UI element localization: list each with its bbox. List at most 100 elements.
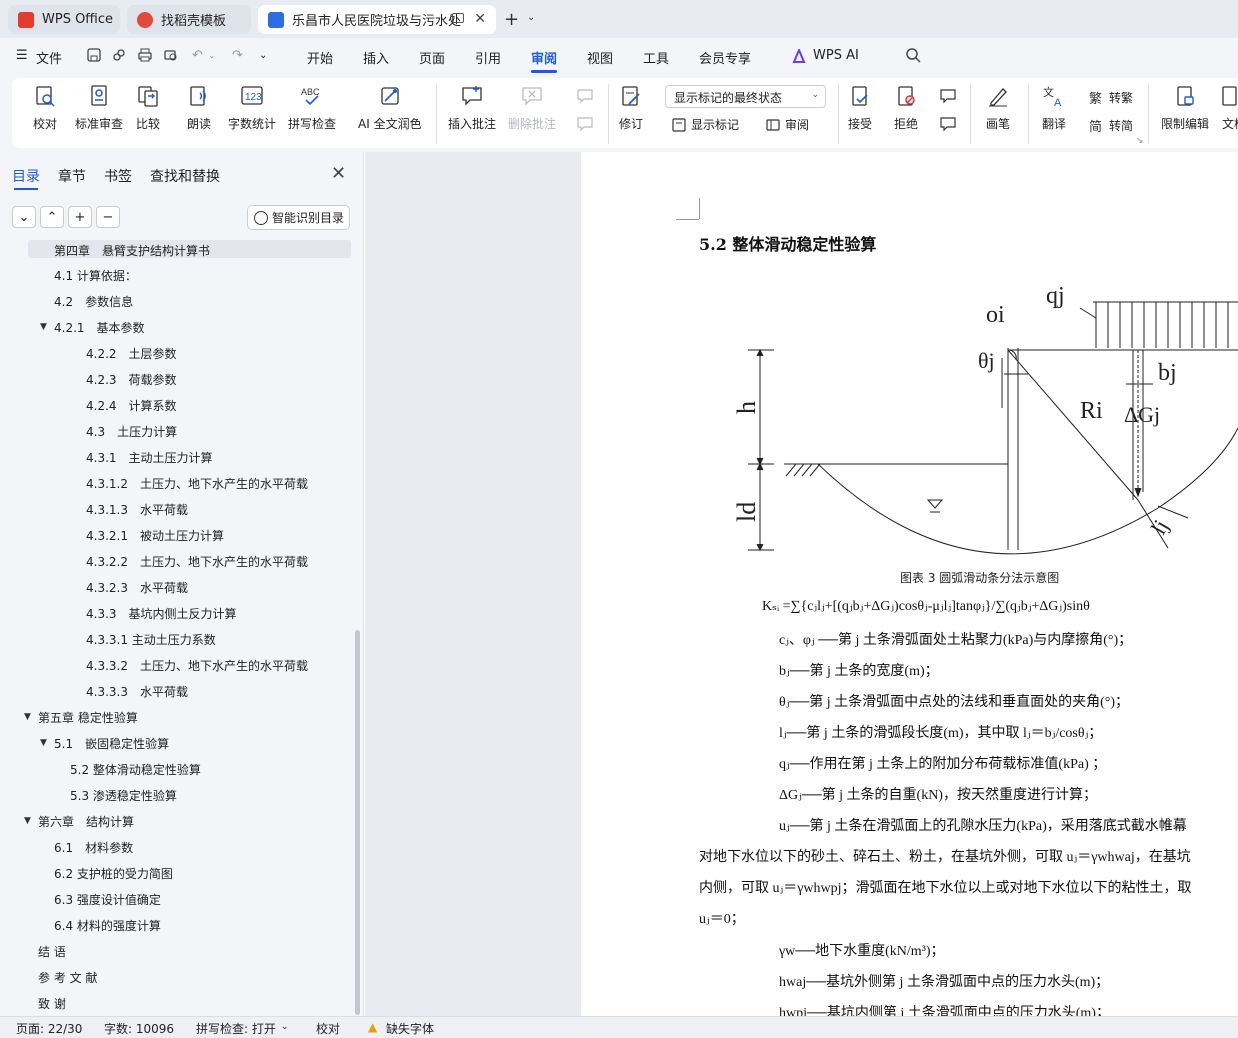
toc-item[interactable]: 致 谢 (38, 995, 66, 1012)
show-markup-button[interactable]: 显示标记 (671, 116, 739, 133)
spell-check-status[interactable]: 拼写检查: 打开 (196, 1020, 276, 1037)
menu-wps-ai[interactable]: WPS AI (813, 48, 859, 63)
toc-item[interactable]: 4.3.2.3 水平荷载 (86, 579, 188, 596)
toc-item[interactable]: 4.3.3 基坑内侧土反力计算 (86, 605, 237, 622)
ai-polish-button[interactable]: AI 全文润色 (358, 84, 422, 132)
expand-triangle-icon[interactable]: ▼ (40, 322, 47, 332)
chevron-down-icon[interactable]: ⌄ (527, 12, 535, 23)
toc-item[interactable]: 6.2 支护桩的受力简图 (54, 865, 173, 882)
delete-comment-button[interactable]: 删除批注 (508, 84, 556, 132)
menu-file[interactable]: 文件 (36, 48, 62, 67)
pen-button[interactable]: 画笔 (986, 84, 1010, 132)
menu-references[interactable]: 引用 (475, 48, 501, 67)
save-icon[interactable] (86, 47, 102, 63)
tab-template[interactable]: 找稻壳模板 (127, 5, 251, 34)
toc-item[interactable]: 4.2.3 荷载参数 (86, 371, 177, 388)
insert-comment-button[interactable]: 插入批注 (448, 84, 496, 132)
tab-document[interactable]: 乐昌市人民医院垃圾与污水处 ✕ (258, 5, 496, 34)
toc-item[interactable]: 4.3.2.2 土压力、地下水产生的水平荷载 (86, 553, 308, 570)
tab-find-replace[interactable]: 查找和替换 (150, 166, 220, 186)
toc-item[interactable]: 4.3.1 主动土压力计算 (86, 449, 213, 466)
word-count-button[interactable]: 123 字数统计 (228, 84, 276, 132)
toc-item[interactable]: 6.1 材料参数 (54, 839, 133, 856)
toc-item[interactable]: 4.2.1 基本参数 (54, 319, 145, 336)
to-simplified-button[interactable]: 简 转简 (1089, 117, 1133, 134)
compare-button[interactable]: 比较 (136, 84, 160, 132)
toc-item[interactable]: 第四章 悬臂支护结构计算书 (54, 242, 210, 259)
toc-item[interactable]: 5.2 整体滑动稳定性验算 (70, 761, 201, 778)
document-button-partial[interactable]: 文档 (1222, 84, 1238, 132)
toc-item[interactable]: 参 考 文 献 (38, 969, 97, 986)
toc-item[interactable]: 5.3 渗透稳定性验算 (70, 787, 177, 804)
next-comment-icon[interactable] (576, 116, 594, 132)
undo-icon[interactable]: ↶ (192, 48, 203, 63)
toc-item[interactable]: 6.3 强度设计值确定 (54, 891, 161, 908)
standard-review-button[interactable]: 标准审查 (75, 84, 123, 132)
hamburger-icon[interactable]: ☰ (16, 48, 28, 63)
toc-item[interactable]: 第六章 结构计算 (38, 813, 134, 830)
chevron-down-icon[interactable]: ⌄ (281, 1022, 289, 1032)
toc-item[interactable]: 5.1 嵌固稳定性验算 (54, 735, 169, 752)
toc-item[interactable]: 4.2 参数信息 (54, 293, 133, 310)
restrict-edit-button[interactable]: 限制编辑 (1161, 84, 1209, 132)
toc-item[interactable]: 4.3.1.3 水平荷载 (86, 501, 188, 518)
expand-down-button[interactable]: ⌄ (12, 206, 36, 228)
translate-button[interactable]: 文A 翻译 (1042, 84, 1066, 132)
toc-item[interactable]: 4.3.3.3 水平荷载 (86, 683, 188, 700)
previous-change-icon[interactable] (939, 88, 957, 104)
page-indicator[interactable]: 页面: 22/30 (16, 1020, 82, 1037)
missing-font-status[interactable]: 缺失字体 (386, 1020, 434, 1037)
accept-button[interactable]: 接受 (848, 84, 872, 132)
menu-view[interactable]: 视图 (587, 48, 613, 67)
review-pane-button[interactable]: 审阅 (765, 116, 809, 133)
toc-item[interactable]: 第五章 稳定性验算 (38, 709, 138, 726)
expand-triangle-icon[interactable]: ▼ (40, 738, 47, 748)
more-chevron-icon[interactable]: ⌄ (259, 50, 267, 61)
dialog-launcher-icon[interactable]: ↘ (1136, 136, 1144, 146)
tab-wps-office[interactable]: WPS Office (8, 5, 120, 34)
expand-triangle-icon[interactable]: ▼ (24, 816, 31, 826)
toc-item[interactable]: 4.3.2.1 被动土压力计算 (86, 527, 224, 544)
collapse-up-button[interactable]: ⌃ (40, 206, 64, 228)
remove-heading-button[interactable]: − (96, 206, 120, 228)
menu-start[interactable]: 开始 (307, 48, 333, 67)
close-tab-icon[interactable]: ✕ (474, 11, 486, 27)
markup-state-select[interactable]: 显示标记的最终状态 ⌄ (665, 85, 826, 108)
to-traditional-button[interactable]: 繁 转繁 (1089, 89, 1133, 106)
tab-toc[interactable]: 目录 (12, 166, 40, 186)
toc-item[interactable]: 4.3.3.1 主动土压力系数 (86, 631, 216, 648)
redo-icon[interactable]: ↷ (232, 48, 243, 63)
toc-item[interactable]: 4.3 土压力计算 (86, 423, 177, 440)
spell-check-button[interactable]: ABC 拼写检查 (288, 84, 336, 132)
new-tab-button[interactable]: + (504, 9, 519, 30)
menu-page[interactable]: 页面 (419, 48, 445, 67)
toc-item[interactable]: 4.3.3.2 土压力、地下水产生的水平荷载 (86, 657, 308, 674)
next-change-icon[interactable] (939, 116, 957, 132)
undo-dropdown-icon[interactable]: ⌄ (208, 51, 216, 61)
menu-review[interactable]: 审阅 (531, 48, 557, 67)
revise-button[interactable]: 修订 (619, 84, 643, 132)
close-icon[interactable]: ✕ (331, 163, 346, 184)
toc-item[interactable]: 4.2.4 计算系数 (86, 397, 177, 414)
expand-triangle-icon[interactable]: ▼ (24, 712, 31, 722)
link-icon[interactable] (111, 47, 127, 63)
word-count-status[interactable]: 字数: 10096 (104, 1020, 174, 1037)
proofread-button[interactable]: 校对 (33, 84, 57, 132)
panel-scrollbar[interactable] (355, 630, 360, 1015)
menu-tools[interactable]: 工具 (643, 48, 669, 67)
toc-item[interactable]: 6.4 材料的强度计算 (54, 917, 161, 934)
tab-bookmarks[interactable]: 书签 (104, 166, 132, 186)
toc-item[interactable]: 4.1 计算依据： (54, 267, 137, 284)
menu-member[interactable]: 会员专享 (699, 48, 751, 67)
print-icon[interactable] (137, 47, 153, 63)
proofread-status[interactable]: 校对 (316, 1020, 340, 1037)
reject-button[interactable]: 拒绝 (894, 84, 918, 132)
print-preview-icon[interactable] (163, 47, 179, 63)
previous-comment-icon[interactable] (576, 88, 594, 104)
toc-item[interactable]: 4.3.1.2 土压力、地下水产生的水平荷载 (86, 475, 308, 492)
add-heading-button[interactable]: + (68, 206, 92, 228)
toc-item[interactable]: 4.2.2 土层参数 (86, 345, 177, 362)
tab-sections[interactable]: 章节 (58, 166, 86, 186)
read-aloud-button[interactable]: 朗读 (187, 84, 211, 132)
window-icon[interactable] (452, 13, 464, 23)
